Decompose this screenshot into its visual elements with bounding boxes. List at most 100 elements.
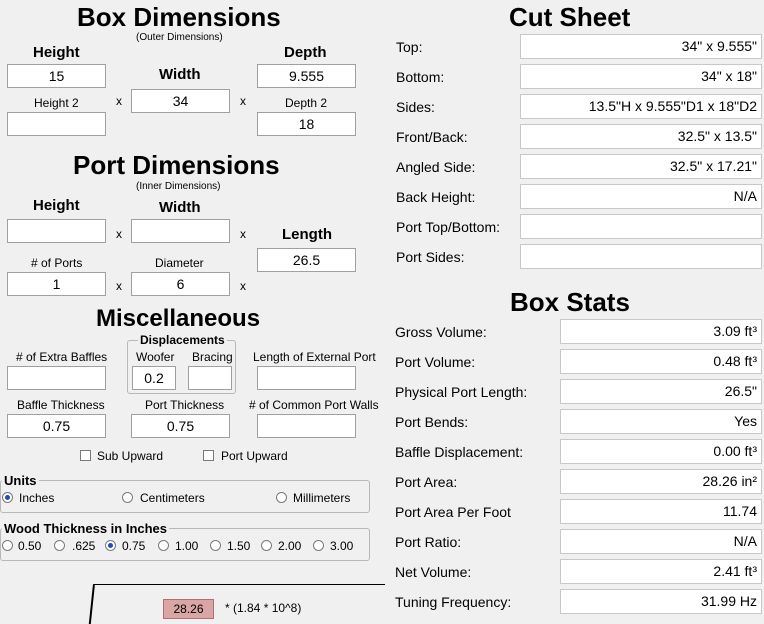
units-inches-label: Inches [19,491,55,505]
box-stats-value[interactable]: 2.41 ft³ [560,559,762,584]
ext-port-input[interactable] [257,366,356,390]
cut-sheet-label: Sides: [396,99,435,115]
box-stats-value[interactable]: 28.26 in² [560,469,762,494]
wood-050-label: 0.50 [18,539,42,553]
cut-sheet-label: Top: [396,39,423,55]
box-depth-input[interactable]: 9.555 [257,64,356,88]
port-width-label: Width [159,199,201,216]
box-stats-label: Net Volume: [395,564,472,580]
wood-0625-label: .625 [72,539,96,553]
woofer-input[interactable]: 0.2 [132,366,176,390]
box-stats-value[interactable]: Yes [560,409,762,434]
cut-sheet-value[interactable] [520,214,762,239]
extra-baffles-input[interactable] [7,366,106,390]
box-stats-value[interactable]: 11.74 [560,499,762,524]
diagram-top-line [93,584,385,585]
units-centimeters-label: Centimeters [140,491,205,505]
box-stats-label: Port Volume: [395,354,476,370]
times-sign: x [116,94,122,108]
cut-sheet-label: Port Sides: [396,249,465,265]
wood-300-radio[interactable] [313,540,324,551]
baffle-thickness-label: Baffle Thickness [17,398,105,412]
units-inches-radio[interactable] [2,492,13,503]
port-thickness-label: Port Thickness [145,398,225,412]
formula-value-box: 28.26 [163,599,214,619]
box-stats-value[interactable]: 26.5" [560,379,762,404]
box-stats-value[interactable]: 31.99 Hz [560,589,762,614]
box-depth2-label: Depth 2 [285,96,328,110]
common-walls-input[interactable] [257,414,356,438]
diameter-input[interactable]: 6 [131,272,230,296]
box-stats-label: Tuning Frequency: [395,594,512,610]
misc-title: Miscellaneous [96,305,261,332]
wood-100-label: 1.00 [175,539,199,553]
box-height2-input[interactable] [7,112,106,136]
cut-sheet-value[interactable]: 34" x 9.555" [520,34,762,59]
wood-200-radio[interactable] [261,540,272,551]
sub-upward-checkbox[interactable] [80,450,91,461]
cut-sheet-value[interactable]: 13.5"H x 9.555"D1 x 18"D2 [520,94,762,119]
box-stats-value[interactable]: 0.00 ft³ [560,439,762,464]
box-height2-label: Height 2 [34,96,79,110]
diameter-label: Diameter [155,256,204,270]
bracing-input[interactable] [188,366,232,390]
cut-sheet-label: Back Height: [396,189,476,205]
wood-075-label: 0.75 [122,539,146,553]
box-dimensions-title: Box Dimensions [77,2,281,32]
common-walls-label: # of Common Port Walls [249,398,379,412]
box-height-input[interactable]: 15 [7,64,106,88]
units-millimeters-radio[interactable] [276,492,287,503]
cut-sheet-label: Bottom: [396,69,445,85]
formula-text: * (1.84 * 10^8) [225,601,302,615]
port-length-input[interactable]: 26.5 [257,248,356,272]
num-ports-label: # of Ports [31,256,83,270]
times-sign: x [240,94,246,108]
box-stats-label: Port Ratio: [395,534,462,550]
cut-sheet-title: Cut Sheet [509,2,631,32]
num-ports-input[interactable]: 1 [7,272,106,296]
cut-sheet-value[interactable] [520,244,762,269]
box-stats-value[interactable]: N/A [560,529,762,554]
box-stats-value[interactable]: 3.09 ft³ [560,319,762,344]
port-height-label: Height [33,197,80,214]
cut-sheet-value[interactable]: N/A [520,184,762,209]
box-stats-label: Port Area: [395,474,458,490]
woofer-label: Woofer [136,350,175,364]
wood-150-radio[interactable] [210,540,221,551]
box-stats-label: Port Area Per Foot [395,504,511,520]
units-centimeters-radio[interactable] [122,492,133,503]
times-sign: x [116,279,122,293]
box-stats-value[interactable]: 0.48 ft³ [560,349,762,374]
cut-sheet-value[interactable]: 34" x 18" [520,64,762,89]
port-height-input[interactable] [7,219,106,243]
port-upward-checkbox[interactable] [203,450,214,461]
cut-sheet-value[interactable]: 32.5" x 13.5" [520,124,762,149]
baffle-thickness-input[interactable]: 0.75 [7,414,106,438]
wood-0625-radio[interactable] [54,540,65,551]
box-dimensions-subtitle: (Outer Dimensions) [136,32,223,43]
port-upward-label: Port Upward [221,449,288,463]
port-width-input[interactable] [131,219,230,243]
box-height-label: Height [33,44,80,61]
wood-200-label: 2.00 [278,539,302,553]
times-sign: x [240,227,246,241]
wood-050-radio[interactable] [2,540,13,551]
port-length-label: Length [282,226,332,243]
times-sign: x [240,279,246,293]
cut-sheet-label: Angled Side: [396,159,476,175]
box-stats-label: Physical Port Length: [395,384,528,400]
box-stats-label: Port Bends: [395,414,469,430]
wood-100-radio[interactable] [158,540,169,551]
port-dimensions-subtitle: (Inner Dimensions) [136,181,221,192]
cut-sheet-label: Port Top/Bottom: [396,219,501,235]
port-thickness-input[interactable]: 0.75 [131,414,230,438]
ext-port-label: Length of External Port [253,350,376,364]
cut-sheet-label: Front/Back: [396,129,468,145]
cut-sheet-value[interactable]: 32.5" x 17.21" [520,154,762,179]
box-depth2-input[interactable]: 18 [257,112,356,136]
box-stats-label: Gross Volume: [395,324,487,340]
units-millimeters-label: Millimeters [293,491,351,505]
box-width-input[interactable]: 34 [131,89,230,113]
bracing-label: Bracing [192,350,233,364]
wood-075-radio[interactable] [105,540,116,551]
